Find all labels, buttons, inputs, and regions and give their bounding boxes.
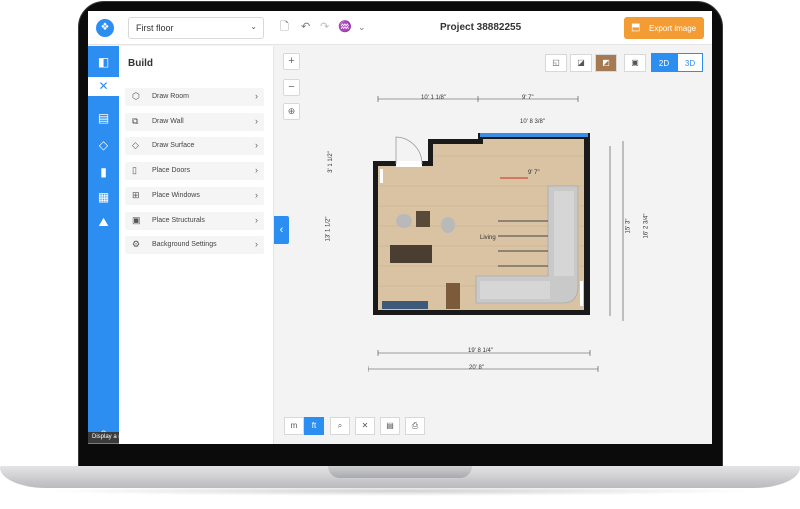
export-icon: ⬒	[631, 22, 641, 33]
undo-icon[interactable]: ↶	[301, 20, 310, 34]
project-title: Project 38882255	[440, 22, 522, 33]
comment-icon[interactable]: ▤	[380, 417, 400, 435]
dimension-right-outer: 16' 2 3/4"	[643, 213, 650, 239]
redo-icon[interactable]: ↷	[320, 20, 329, 34]
dimension-left-main: 13' 1 1/2"	[325, 216, 332, 242]
menu-item-place-doors[interactable]: ▯ Place Doors ›	[125, 162, 264, 181]
dimension-lines	[368, 96, 624, 372]
build-icon[interactable]: ✕	[88, 77, 119, 96]
view-photo-button[interactable]: ◩	[595, 54, 617, 72]
search-icon[interactable]: ⌕	[330, 417, 350, 435]
dimension-window: 10' 8 3/8"	[520, 119, 545, 125]
laptop-notch	[328, 466, 472, 478]
menu-item-draw-room[interactable]: ⬡ Draw Room ›	[125, 88, 264, 106]
door-icon: ▯	[132, 165, 137, 176]
tools-icon[interactable]: ✕	[355, 417, 375, 435]
menu-item-draw-wall[interactable]: ⧉ Draw Wall ›	[125, 112, 264, 131]
menu-item-label: Place Structurals	[152, 216, 205, 224]
collapse-panel-button[interactable]: ‹	[274, 216, 289, 244]
cube-icon: ⬡	[132, 91, 140, 101]
export-image-button[interactable]: ⬒ Export image	[624, 17, 704, 39]
units-m-button[interactable]: m	[284, 417, 304, 435]
chevron-right-icon: ›	[255, 214, 258, 225]
wall-icon: ⧉	[132, 115, 139, 126]
chevron-right-icon: ›	[255, 115, 258, 126]
menu-item-label: Place Doors	[152, 167, 191, 175]
locate-button[interactable]: ⊕	[283, 103, 300, 120]
menu-item-label: Draw Room	[152, 93, 189, 100]
menu-item-label: Background Settings	[152, 241, 217, 249]
menu-item-label: Draw Wall	[152, 117, 184, 125]
dimension-bottom-outer: 20' 8"	[469, 365, 484, 371]
floor-select-value: First floor	[136, 23, 174, 33]
app-logo-icon[interactable]: ❖	[96, 19, 114, 37]
mode-3d-button[interactable]: 3D	[677, 53, 703, 72]
menu-item-background-settings[interactable]: ⚙ Background Settings ›	[125, 236, 264, 255]
zoom-out-button[interactable]: −	[283, 79, 300, 96]
document-icon[interactable]: 🗋	[280, 20, 289, 34]
paint-icon[interactable]: ♒	[338, 20, 352, 34]
view-print-button[interactable]: ▣	[624, 54, 646, 72]
structural-icon: ▣	[132, 214, 141, 225]
window-icon: ⊞	[132, 189, 140, 200]
top-bar: ❖ First floor ⌄ 🗋 ↶ ↷ ♒ ⌄ Project 388822…	[88, 11, 712, 45]
sidebar: ◧ ✕ ▤ ◇ ▮ ▦ ⛰ ?	[88, 46, 119, 444]
chevron-right-icon: ›	[255, 189, 258, 200]
panel-title: Build	[128, 58, 153, 69]
dimension-right-inner: 15' 3"	[625, 218, 632, 234]
chevron-down-icon: ⌄	[250, 22, 257, 31]
background-icon: ⚙	[132, 239, 141, 250]
menu-item-place-windows[interactable]: ⊞ Place Windows ›	[125, 186, 264, 205]
chevron-right-icon: ›	[255, 91, 258, 101]
chevron-right-icon: ›	[255, 165, 258, 176]
menu-item-label: Place Windows	[152, 191, 200, 199]
photo-icon[interactable]: ⛰	[94, 213, 113, 232]
dimension-left-top: 3' 1 1/2"	[327, 151, 334, 173]
catalog-icon[interactable]: ▤	[94, 109, 113, 128]
print-icon[interactable]: ⎙	[405, 417, 425, 435]
surface-icon[interactable]: ◇	[94, 136, 113, 155]
build-panel: Build ⬡ Draw Room › ⧉ Draw Wall › ◇ Draw Surfac…	[119, 46, 274, 444]
zoom-in-button[interactable]: +	[283, 53, 300, 70]
floor-select[interactable]: First floor ⌄	[128, 17, 264, 39]
menu-item-label: Draw Surface	[152, 142, 195, 150]
dimension-top-left: 10' 1 1/8"	[421, 95, 446, 101]
surface-icon: ◇	[132, 140, 139, 151]
view-textured-button[interactable]: ◪	[570, 54, 592, 72]
dimension-bottom-inner: 19' 8 1/4"	[468, 348, 493, 354]
chevron-right-icon: ›	[255, 239, 258, 250]
menu-item-draw-surface[interactable]: ◇ Draw Surface ›	[125, 137, 264, 156]
mode-2d-button[interactable]: 2D	[651, 53, 677, 72]
menu-item-place-structurals[interactable]: ▣ Place Structurals ›	[125, 211, 264, 230]
app-screen: ❖ First floor ⌄ 🗋 ↶ ↷ ♒ ⌄ Project 388822…	[88, 11, 712, 444]
chevron-right-icon: ›	[255, 140, 258, 151]
units-ft-button[interactable]: ft	[304, 417, 324, 435]
chevron-down-icon[interactable]: ⌄	[358, 20, 366, 34]
laptop-mockup: ❖ First floor ⌄ 🗋 ↶ ↷ ♒ ⌄ Project 388822…	[0, 0, 800, 509]
paint-roller-icon[interactable]: ▮	[94, 163, 113, 182]
view-top-button[interactable]: ◱	[545, 54, 567, 72]
export-image-label: Export image	[649, 24, 697, 33]
floorplan-icon[interactable]: ◧	[94, 53, 113, 72]
gallery-icon[interactable]: ▦	[94, 188, 113, 207]
dimension-top-right: 9' 7"	[522, 95, 534, 101]
